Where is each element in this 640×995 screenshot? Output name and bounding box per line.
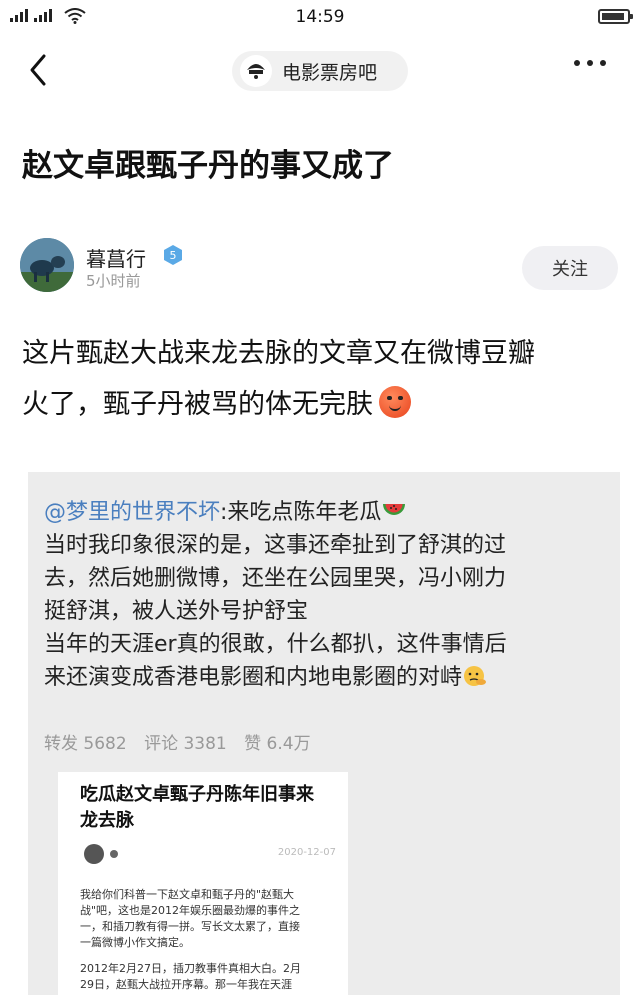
post-title: 赵文卓跟甄子丹的事又成了 [22, 148, 394, 184]
watermelon-emoji-icon [383, 504, 406, 515]
weibo-text: @梦里的世界不坏:来吃点陈年老瓜 当时我印象很深的是，这事还牵扯到了舒淇的过 去… [44, 500, 507, 690]
article-date: 2020-12-07 [277, 847, 336, 858]
svg-text:5: 5 [170, 249, 177, 262]
forum-pill[interactable]: 电影票房吧 [232, 51, 408, 91]
article-author-avatar [84, 844, 104, 864]
more-options-icon[interactable] [574, 60, 606, 66]
nav-bar: 电影票房吧 [0, 40, 640, 102]
article-body: 我给你们科普一下赵文卓和甄子丹的"赵甄大 战"吧，这也是2012年娱乐圈最劲爆的… [80, 888, 301, 991]
author-name[interactable]: 暮菖行 [86, 243, 146, 272]
article-title: 吃瓜赵文卓甄子丹陈年旧事来 龙去脉 [80, 784, 314, 831]
battery-icon [598, 9, 633, 24]
angry-face-emoji-icon [379, 386, 411, 418]
forum-name: 电影票房吧 [282, 61, 378, 84]
comment-count[interactable]: 评论 3381 [144, 734, 227, 754]
post-time: 5小时前 [86, 272, 141, 290]
status-time: 14:59 [295, 7, 345, 27]
post-body-line: 这片甄赵大战来龙去脉的文章又在微博豆瓣 [22, 338, 535, 369]
avatar[interactable] [20, 238, 74, 292]
embedded-screenshot[interactable]: @梦里的世界不坏:来吃点陈年老瓜 当时我印象很深的是，这事还牵扯到了舒淇的过 去… [28, 472, 620, 995]
follow-button[interactable]: 关注 [522, 246, 618, 290]
post-body: 这片甄赵大战来龙去脉的文章又在微博豆瓣 火了，甄子丹被骂的体无完肤 [22, 328, 628, 430]
article-author-badge-icon [110, 850, 118, 858]
post-body-line: 火了，甄子丹被骂的体无完肤 [22, 379, 628, 430]
article-card[interactable]: 吃瓜赵文卓甄子丹陈年旧事来 龙去脉 2020-12-07 我给你们科普一下赵文卓… [58, 772, 348, 995]
forum-logo [240, 55, 272, 87]
like-count[interactable]: 赞 6.4万 [244, 734, 310, 754]
repost-count[interactable]: 转发 5682 [44, 734, 127, 754]
status-bar: 14:59 [0, 0, 640, 34]
level-badge-icon: 5 [164, 245, 182, 265]
back-icon[interactable] [22, 50, 56, 90]
thinking-emoji-icon [464, 666, 487, 686]
weibo-stats: 转发 5682 评论 3381 赞 6.4万 [44, 729, 323, 754]
mention-link: @梦里的世界不坏 [44, 500, 221, 525]
